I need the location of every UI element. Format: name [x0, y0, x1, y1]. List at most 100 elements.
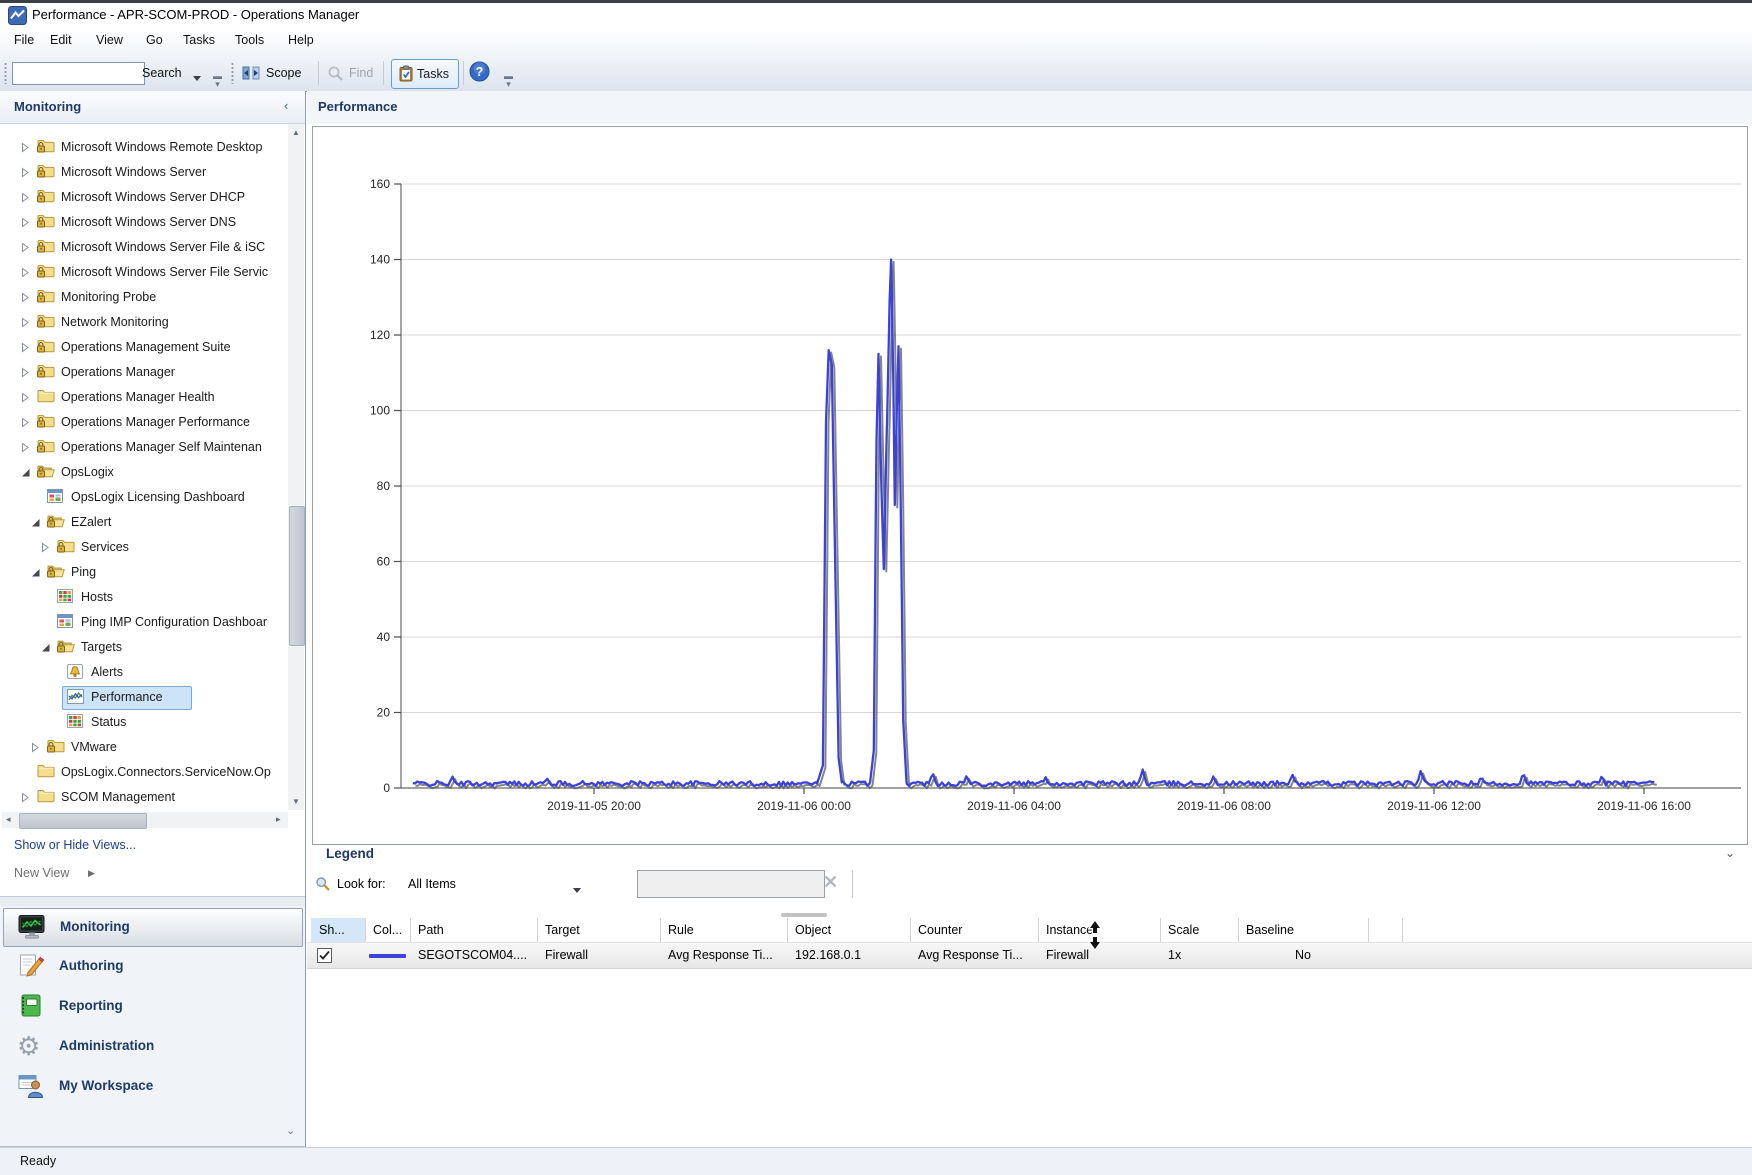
toolbar-overflow-icon[interactable]: ▬▾: [213, 72, 222, 88]
column-header-spacer[interactable]: [1368, 918, 1403, 942]
tree-item-microsoft-windows-server-dns[interactable]: Microsoft Windows Server DNS: [0, 210, 287, 235]
show-checkbox[interactable]: [317, 948, 332, 966]
search-input[interactable]: [12, 62, 145, 85]
legend-collapse-icon[interactable]: ⌄: [1725, 846, 1735, 860]
tree-item-network-monitoring[interactable]: Network Monitoring: [0, 310, 287, 335]
scrollbar-thumb[interactable]: [289, 506, 305, 646]
wunderbar-reporting[interactable]: Reporting: [3, 988, 301, 1025]
menu-item-go[interactable]: Go: [146, 33, 163, 47]
tree-expand-icon[interactable]: [21, 342, 30, 356]
nav-overflow-icon[interactable]: ⌄: [286, 1124, 295, 1137]
menu-item-tools[interactable]: Tools: [235, 33, 264, 47]
legend-grip[interactable]: [781, 913, 827, 917]
tree-item-services[interactable]: Services: [0, 535, 287, 560]
column-header-baseline[interactable]: Baseline: [1238, 918, 1369, 942]
tree-item-ping-imp-configuration-dashboar[interactable]: Ping IMP Configuration Dashboar: [0, 610, 287, 635]
wunderbar-my-workspace[interactable]: My Workspace: [3, 1068, 301, 1105]
tree-expand-icon[interactable]: [21, 217, 30, 231]
tree-expand-icon[interactable]: [21, 267, 30, 281]
scroll-down-icon[interactable]: ▼: [288, 797, 304, 806]
tree-item-status[interactable]: Status: [0, 710, 287, 735]
tree-item-microsoft-windows-server-file-servic[interactable]: Microsoft Windows Server File Servic: [0, 260, 287, 285]
tree-expand-icon[interactable]: [21, 192, 30, 206]
look-for-select[interactable]: All Items: [408, 877, 456, 891]
tree-expand-icon[interactable]: [41, 542, 50, 556]
column-header-scale[interactable]: Scale: [1160, 918, 1239, 942]
tree-item-monitoring-probe[interactable]: Monitoring Probe: [0, 285, 287, 310]
scope-button[interactable]: Scope: [266, 66, 301, 80]
tree-expand-icon[interactable]: [21, 292, 30, 306]
tree-expand-icon[interactable]: [21, 442, 30, 456]
tree-expand-icon[interactable]: [21, 167, 30, 181]
tree-item-microsoft-windows-server[interactable]: Microsoft Windows Server: [0, 160, 287, 185]
column-header-path[interactable]: Path: [410, 918, 538, 942]
tree-expand-icon[interactable]: [21, 317, 30, 331]
tree-collapse-icon[interactable]: [41, 642, 51, 656]
tree-item-alerts[interactable]: Alerts: [0, 660, 287, 685]
toolbar-grip[interactable]: [231, 62, 234, 84]
collapse-sidebar-icon[interactable]: ‹: [284, 98, 288, 113]
tree-item-opslogix-licensing-dashboard[interactable]: OpsLogix Licensing Dashboard: [0, 485, 287, 510]
help-icon[interactable]: ?: [469, 61, 490, 85]
scroll-up-icon[interactable]: ▲: [288, 128, 304, 137]
menu-item-help[interactable]: Help: [288, 33, 314, 47]
menu-item-file[interactable]: File: [14, 33, 34, 47]
tree-item-operations-manager-performance[interactable]: Operations Manager Performance: [0, 410, 287, 435]
tree-item-operations-manager-self-maintenan[interactable]: Operations Manager Self Maintenan: [0, 435, 287, 460]
tree-item-hosts[interactable]: Hosts: [0, 585, 287, 610]
tree-expand-icon[interactable]: [21, 142, 30, 156]
legend-row[interactable]: SEGOTSCOM04....FirewallAvg Response Ti..…: [307, 942, 1752, 969]
find-button[interactable]: Find: [349, 66, 373, 80]
tree-expand-icon[interactable]: [21, 417, 30, 431]
show-hide-views-link[interactable]: Show or Hide Views...: [14, 838, 136, 852]
wunderbar-authoring[interactable]: Authoring: [3, 948, 301, 985]
tree-item-microsoft-windows-remote-desktop[interactable]: Microsoft Windows Remote Desktop: [0, 135, 287, 160]
tree-vertical-scrollbar[interactable]: ▲ ▼: [288, 124, 304, 810]
tree-collapse-icon[interactable]: [21, 467, 31, 481]
tree-item-vmware[interactable]: VMware: [0, 735, 287, 760]
menu-item-tasks[interactable]: Tasks: [183, 33, 215, 47]
wunderbar-administration[interactable]: ⚙Administration: [3, 1028, 301, 1065]
clear-filter-icon[interactable]: ✕: [823, 872, 838, 893]
column-header-color[interactable]: Col...: [365, 918, 411, 942]
scroll-left-icon[interactable]: ◂: [6, 814, 11, 825]
tree-expand-icon[interactable]: [21, 242, 30, 256]
tree-item-operations-manager[interactable]: Operations Manager: [0, 360, 287, 385]
tree-item-operations-management-suite[interactable]: Operations Management Suite: [0, 335, 287, 360]
wunderbar-monitoring[interactable]: Monitoring: [3, 908, 303, 947]
column-header-rule[interactable]: Rule: [660, 918, 788, 942]
tree-item-opslogix-connectors-servicenow-op[interactable]: OpsLogix.Connectors.ServiceNow.Op: [0, 760, 287, 785]
tree-item-operations-manager-health[interactable]: Operations Manager Health: [0, 385, 287, 410]
tree-item-scom-management[interactable]: SCOM Management: [0, 785, 287, 810]
tree-collapse-icon[interactable]: [31, 567, 41, 581]
tree-item-ezalert[interactable]: EZalert: [0, 510, 287, 535]
search-button[interactable]: Search: [142, 66, 182, 80]
toolbar-grip[interactable]: [4, 62, 7, 84]
legend-filter-input[interactable]: [637, 870, 825, 898]
search-dropdown-icon[interactable]: [193, 71, 202, 85]
tree-item-performance[interactable]: Performance: [0, 685, 287, 710]
tree-expand-icon[interactable]: [21, 792, 30, 806]
tree-expand-icon[interactable]: [21, 392, 30, 406]
chevron-down-icon[interactable]: [573, 883, 582, 897]
toolbar-overflow-icon[interactable]: ▬▾: [504, 72, 513, 88]
tree-item-ping[interactable]: Ping: [0, 560, 287, 585]
tree-item-microsoft-windows-server-dhcp[interactable]: Microsoft Windows Server DHCP: [0, 185, 287, 210]
tasks-button[interactable]: Tasks: [391, 59, 459, 89]
tree-expand-icon[interactable]: [21, 367, 30, 381]
menu-item-edit[interactable]: Edit: [50, 33, 72, 47]
tree-item-opslogix[interactable]: OpsLogix: [0, 460, 287, 485]
column-header-counter[interactable]: Counter: [910, 918, 1039, 942]
column-header-target[interactable]: Target: [537, 918, 661, 942]
menu-item-view[interactable]: View: [96, 33, 123, 47]
scroll-right-icon[interactable]: ▸: [276, 814, 281, 825]
column-header-show[interactable]: Sh...: [311, 918, 366, 942]
tree-item-targets[interactable]: Targets: [0, 635, 287, 660]
column-header-object[interactable]: Object: [787, 918, 911, 942]
new-view-link[interactable]: New View: [14, 866, 69, 880]
tree-horizontal-scrollbar[interactable]: ◂ ▸: [2, 812, 288, 828]
tree-item-microsoft-windows-server-file-isc[interactable]: Microsoft Windows Server File & iSC: [0, 235, 287, 260]
tree-expand-icon[interactable]: [31, 742, 40, 756]
tree-collapse-icon[interactable]: [31, 517, 41, 531]
scrollbar-thumb[interactable]: [19, 813, 147, 829]
